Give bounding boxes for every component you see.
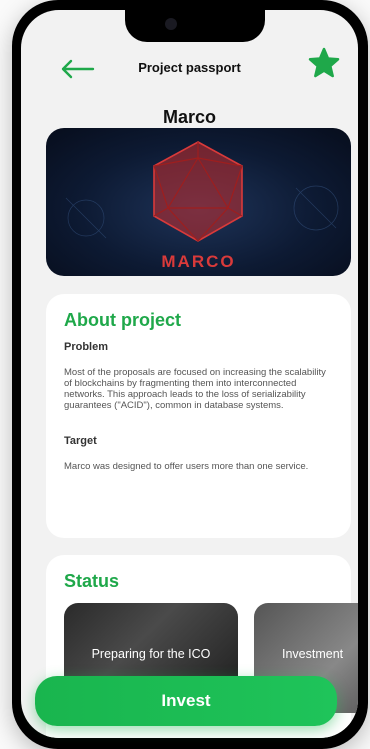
notch (125, 10, 265, 42)
banner-logo-text: MARCO (161, 252, 236, 271)
star-icon (308, 47, 340, 78)
status-tile-label: Investment (282, 647, 344, 661)
about-project-card: About project Problem Most of the propos… (46, 294, 351, 538)
camera-icon (165, 18, 177, 30)
target-text: Marco was designed to offer users more t… (64, 461, 309, 472)
project-banner: MARCO (46, 128, 351, 276)
status-tile-label: Preparing for the ICO (91, 647, 211, 661)
project-name: Marco (162, 107, 216, 127)
status-title: Status (64, 571, 120, 591)
problem-text: Most of the proposals are focused on inc… (64, 367, 326, 411)
target-label: Target (64, 435, 97, 447)
invest-button[interactable]: Invest (35, 676, 337, 726)
screen: Project passport Marco MARCO About proje… (21, 10, 358, 738)
header: Project passport (21, 42, 358, 94)
favorite-button[interactable] (307, 46, 341, 80)
problem-label: Problem (64, 341, 109, 353)
phone-frame: Project passport Marco MARCO About proje… (12, 0, 368, 749)
about-title: About project (64, 310, 181, 330)
